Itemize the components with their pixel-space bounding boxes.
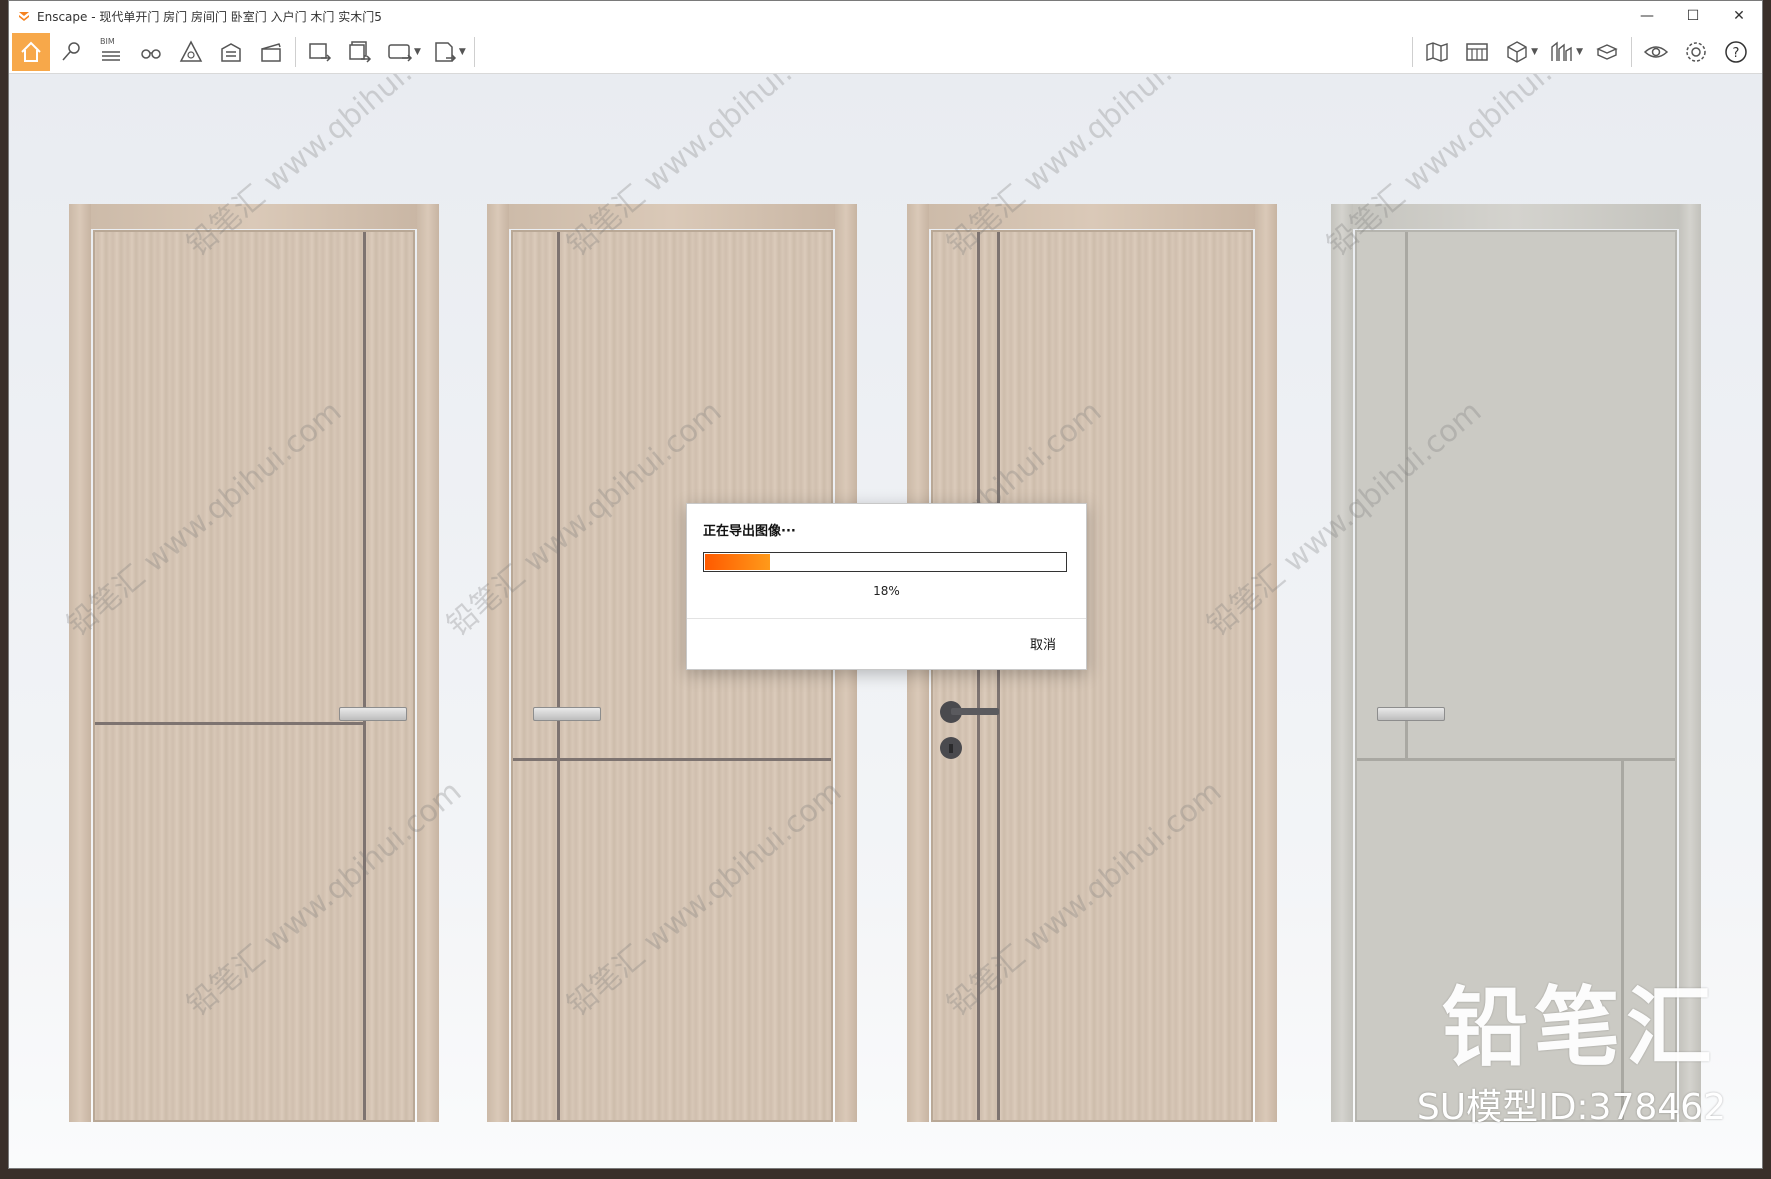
dialog-title: 正在导出图像··· — [703, 524, 796, 539]
toolbar-right-group: ▼ ▼ ? — [1408, 31, 1756, 73]
toolbar-separator — [1412, 37, 1414, 67]
building-button[interactable] — [212, 33, 250, 71]
door-leaf — [93, 230, 415, 1122]
eye-icon — [1643, 46, 1669, 58]
visual-settings-button[interactable] — [1637, 33, 1675, 71]
clapper-button[interactable] — [252, 33, 290, 71]
building-icon — [221, 43, 241, 62]
settings-button[interactable] — [1677, 33, 1715, 71]
grid-panel-button[interactable] — [1458, 33, 1496, 71]
door-frame-top — [1331, 204, 1701, 229]
batch-export-icon — [349, 41, 372, 63]
door-groove — [1357, 758, 1675, 761]
dialog-divider — [687, 618, 1086, 619]
export-image-button[interactable] — [301, 33, 339, 71]
pin-button[interactable] — [52, 33, 90, 71]
clapper-icon — [261, 43, 281, 62]
progress-percent: 18% — [873, 584, 900, 598]
export-image-icon — [309, 43, 332, 62]
cube-icon — [1507, 41, 1527, 63]
door-frame-right — [1255, 204, 1277, 1122]
home-button[interactable] — [12, 33, 50, 71]
help-button[interactable]: ? — [1717, 33, 1755, 71]
toolbar-separator — [1631, 37, 1632, 67]
toolbar-separator — [473, 37, 475, 67]
door-frame-right — [417, 204, 439, 1122]
door-frame-left — [1331, 204, 1353, 1122]
toolbar: BIM ▼ ▼ ▼ ▼ ? — [9, 31, 1762, 90]
door-groove — [1405, 232, 1408, 760]
watermark-logo: 铅笔汇 — [1442, 978, 1718, 1078]
maximize-icon[interactable]: ☐ — [1670, 1, 1716, 31]
door-frame-top — [907, 204, 1277, 229]
door-handle — [1377, 707, 1445, 721]
panorama-360-icon — [388, 44, 413, 62]
help-icon: ? — [1725, 41, 1747, 63]
enscape-logo-icon — [19, 12, 29, 21]
door-groove — [977, 232, 980, 1120]
export-progress-dialog: 正在导出图像··· 18% 取消 — [686, 503, 1087, 670]
door-frame-top — [487, 204, 857, 229]
watermark-model-id: SU模型ID:378462 — [1416, 1087, 1726, 1128]
exe-export-button[interactable] — [426, 33, 464, 71]
door-leaf — [511, 230, 833, 1122]
window-controls: — ☐ ✕ — [1624, 1, 1762, 31]
perspective-button[interactable] — [172, 33, 210, 71]
cube-button[interactable] — [1498, 33, 1536, 71]
door-leaf — [931, 230, 1253, 1122]
perspective-icon — [179, 40, 203, 62]
grid-panel-icon — [1466, 43, 1488, 61]
door-1 — [69, 204, 439, 1122]
door-groove — [95, 722, 365, 725]
chart-icon — [1551, 41, 1572, 61]
door-handle — [339, 707, 407, 721]
door-lever-handle — [940, 701, 999, 759]
minimize-icon[interactable]: — — [1624, 1, 1670, 31]
window-title: Enscape - 现代单开门 房门 房间门 卧室门 入户门 木门 实木门5 — [37, 9, 382, 24]
bim-button[interactable]: BIM — [92, 33, 130, 71]
toolbar-separator — [295, 37, 296, 67]
settings-icon — [1686, 42, 1706, 62]
door-groove — [363, 232, 366, 1120]
asset-library-icon — [1596, 44, 1618, 60]
toolbar-left-group: BIM ▼ ▼ — [11, 31, 479, 73]
cancel-button[interactable]: 取消 — [1030, 634, 1056, 653]
door-groove — [557, 232, 560, 1120]
door-handle — [533, 707, 601, 721]
chart-button[interactable] — [1543, 33, 1581, 71]
bim-label: BIM — [100, 37, 115, 46]
door-frame-left — [487, 204, 509, 1122]
door-groove — [997, 232, 1000, 1120]
door-frame-left — [69, 204, 91, 1122]
map-icon — [1426, 42, 1448, 62]
home-icon — [21, 41, 41, 62]
svg-text:?: ? — [1733, 46, 1740, 61]
asset-library-button[interactable] — [1588, 33, 1626, 71]
door-groove — [513, 758, 831, 761]
progress-bar — [703, 552, 1067, 572]
map-button[interactable] — [1418, 33, 1456, 71]
progress-fill — [705, 554, 770, 570]
exe-export-icon — [435, 42, 456, 62]
binoculars-button[interactable] — [132, 33, 170, 71]
panorama-360-button[interactable] — [381, 33, 419, 71]
door-frame-top — [69, 204, 439, 229]
title-bar: Enscape - 现代单开门 房门 房间门 卧室门 入户门 木门 实木门5 —… — [9, 1, 1762, 31]
pin-icon — [62, 42, 80, 61]
batch-export-button[interactable] — [341, 33, 379, 71]
binoculars-icon — [141, 49, 161, 59]
close-icon[interactable]: ✕ — [1716, 1, 1762, 31]
